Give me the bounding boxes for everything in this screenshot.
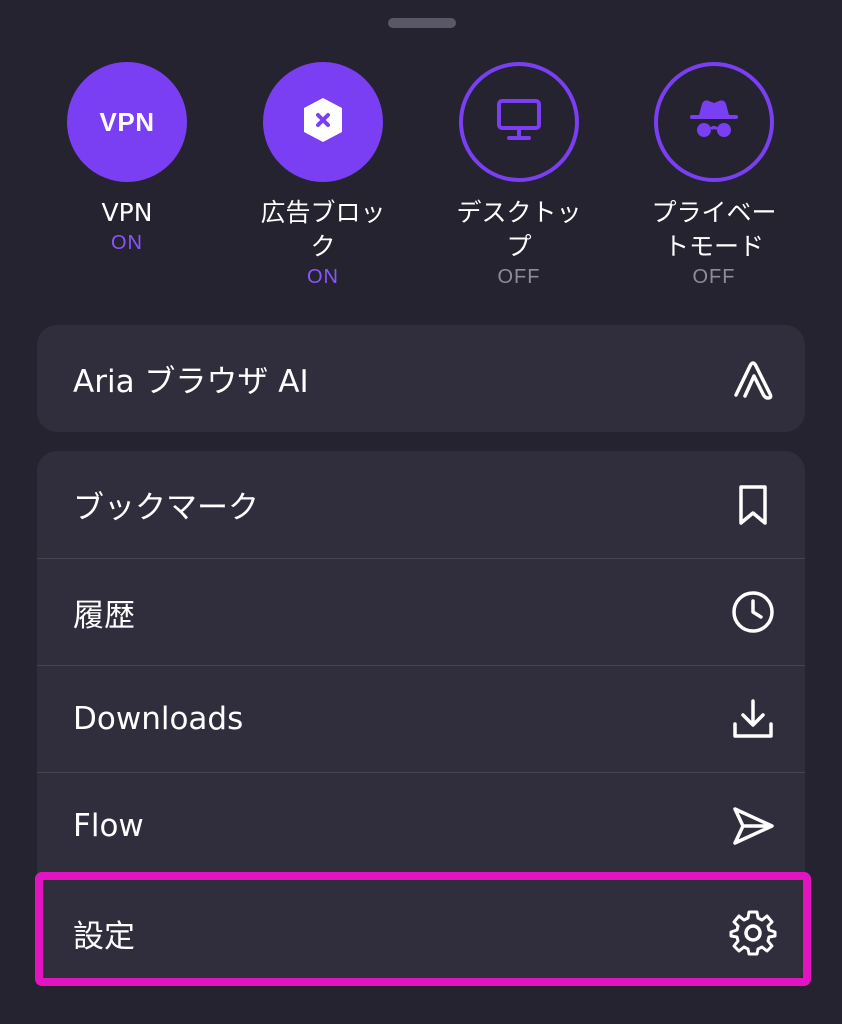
download-icon (729, 695, 777, 743)
adblock-shield-icon (301, 96, 345, 148)
menu-item-label: Downloads (73, 701, 244, 737)
vpn-toggle-button[interactable]: VPN (67, 62, 187, 182)
menu-item-label: ブックマーク (73, 490, 259, 526)
gear-icon (729, 909, 777, 957)
desktop-monitor-icon (495, 98, 543, 146)
private-toggle[interactable]: プライベートモード OFF (634, 62, 794, 289)
menu-item-label: Flow (73, 808, 144, 844)
private-label: プライベートモード (651, 198, 777, 261)
menu-card: ブックマーク 履歴 Downloads Flow 設定 (37, 451, 805, 985)
adblock-state: ON (307, 266, 339, 288)
sheet-grabber[interactable] (388, 18, 456, 28)
adblock-toggle[interactable]: 広告ブロック ON (243, 62, 403, 289)
menu-item-flow[interactable]: Flow (37, 772, 805, 879)
menu-item-label: 設定 (73, 918, 135, 955)
clock-icon (729, 588, 777, 636)
aria-ai-row[interactable]: Aria ブラウザ AI (37, 325, 805, 432)
aria-logo-icon (729, 355, 777, 403)
vpn-badge-icon: VPN (99, 106, 155, 137)
desktop-state: OFF (497, 266, 541, 288)
vpn-label: VPN (101, 198, 153, 227)
menu-item-settings[interactable]: 設定 (37, 879, 805, 985)
adblock-label: 広告ブロック (260, 198, 386, 261)
incognito-icon (687, 98, 741, 146)
desktop-label: デスクトップ (456, 198, 582, 261)
menu-item-history[interactable]: 履歴 (37, 558, 805, 665)
private-state: OFF (692, 266, 736, 288)
private-toggle-button[interactable] (654, 62, 774, 182)
menu-item-downloads[interactable]: Downloads (37, 665, 805, 772)
vpn-toggle[interactable]: VPN VPN ON (47, 62, 207, 255)
send-icon (729, 802, 777, 850)
menu-item-label: 履歴 (73, 597, 135, 634)
adblock-toggle-button[interactable] (263, 62, 383, 182)
vpn-state: ON (111, 232, 143, 254)
desktop-toggle-button[interactable] (459, 62, 579, 182)
menu-item-bookmarks[interactable]: ブックマーク (37, 451, 805, 558)
aria-ai-label: Aria ブラウザ AI (73, 364, 309, 400)
ai-card: Aria ブラウザ AI (37, 325, 805, 432)
bookmark-icon (729, 481, 777, 529)
desktop-toggle[interactable]: デスクトップ OFF (439, 62, 599, 289)
